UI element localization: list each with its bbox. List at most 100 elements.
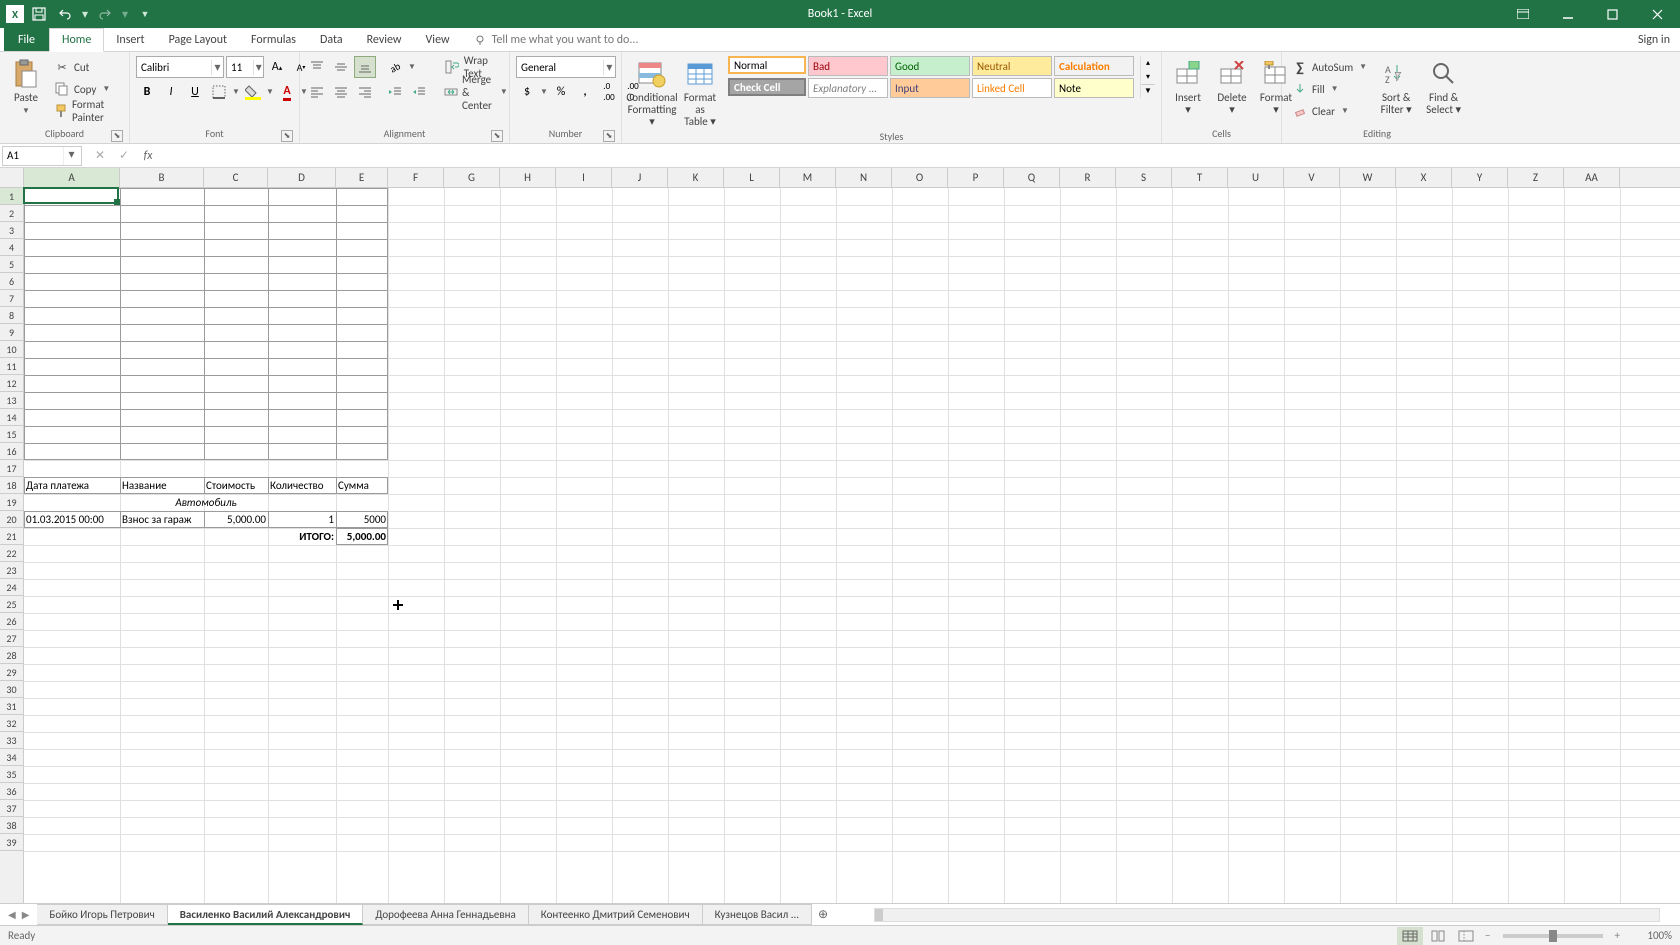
cell-D20[interactable]: 1 — [268, 511, 336, 528]
row-header-11[interactable]: 11 — [0, 358, 23, 375]
column-header-I[interactable]: I — [556, 168, 612, 187]
cell-B18[interactable]: Название — [120, 477, 204, 494]
find-select-button[interactable]: Find & Select ▾ — [1421, 56, 1466, 118]
row-header-27[interactable]: 27 — [0, 630, 23, 647]
font-size-combo[interactable]: ▾ — [226, 56, 264, 78]
cell-D21[interactable]: ИТОГО: — [268, 528, 336, 545]
column-header-O[interactable]: O — [892, 168, 948, 187]
font-size-input[interactable] — [227, 57, 253, 77]
format-as-table-button[interactable]: Format as Table ▾ — [680, 56, 720, 130]
tell-me-search[interactable]: Tell me what you want to do... — [474, 28, 639, 51]
column-header-T[interactable]: T — [1172, 168, 1228, 187]
align-left-button[interactable] — [306, 81, 328, 103]
column-header-C[interactable]: C — [204, 168, 268, 187]
formula-input[interactable] — [160, 146, 1680, 166]
sheet-nav-next[interactable]: ▶ — [22, 908, 30, 921]
row-header-24[interactable]: 24 — [0, 579, 23, 596]
style-linked-cell[interactable]: Linked Cell — [972, 78, 1052, 98]
column-header-K[interactable]: K — [668, 168, 724, 187]
column-header-D[interactable]: D — [268, 168, 336, 187]
column-header-F[interactable]: F — [388, 168, 444, 187]
row-header-32[interactable]: 32 — [0, 715, 23, 732]
row-header-19[interactable]: 19 — [0, 494, 23, 511]
style-explanatory[interactable]: Explanatory ... — [808, 78, 888, 98]
cell-A20[interactable]: 01.03.2015 00:00 — [24, 511, 120, 528]
number-format-input[interactable] — [517, 57, 603, 77]
column-header-H[interactable]: H — [500, 168, 556, 187]
cell-area[interactable]: Дата платежаНазваниеСтоимостьКоличествоС… — [24, 188, 1680, 903]
cell-C18[interactable]: Стоимость — [204, 477, 268, 494]
redo-dropdown[interactable]: ▾ — [120, 3, 130, 25]
column-header-AA[interactable]: AA — [1564, 168, 1620, 187]
sheet-tab-2[interactable]: Дорофеева Анна Геннадьевна — [363, 904, 528, 925]
column-header-R[interactable]: R — [1060, 168, 1116, 187]
page-layout-view-button[interactable] — [1425, 927, 1451, 945]
row-header-18[interactable]: 18 — [0, 477, 23, 494]
conditional-formatting-button[interactable]: Conditional Formatting ▾ — [628, 56, 676, 130]
select-all-triangle[interactable] — [0, 168, 24, 188]
page-break-view-button[interactable] — [1453, 927, 1479, 945]
row-header-38[interactable]: 38 — [0, 817, 23, 834]
style-normal[interactable]: Normal — [728, 56, 806, 74]
style-scroll-down[interactable]: ▾ — [1141, 70, 1155, 84]
column-header-Z[interactable]: Z — [1508, 168, 1564, 187]
style-note[interactable]: Note — [1054, 78, 1134, 98]
sheet-tab-0[interactable]: Бойко Игорь Петрович — [37, 904, 167, 925]
cell-B20[interactable]: Взнос за гараж — [120, 511, 204, 528]
row-header-4[interactable]: 4 — [0, 239, 23, 256]
row-header-25[interactable]: 25 — [0, 596, 23, 613]
row-header-3[interactable]: 3 — [0, 222, 23, 239]
insert-cells-button[interactable]: Insert▾ — [1168, 56, 1208, 118]
tab-insert[interactable]: Insert — [104, 28, 156, 51]
tab-page-layout[interactable]: Page Layout — [157, 28, 239, 51]
style-scroll-up[interactable]: ▴ — [1141, 56, 1155, 70]
tab-formulas[interactable]: Formulas — [239, 28, 308, 51]
column-header-B[interactable]: B — [120, 168, 204, 187]
column-header-Q[interactable]: Q — [1004, 168, 1060, 187]
undo-dropdown[interactable]: ▾ — [80, 3, 90, 25]
align-middle-button[interactable] — [330, 56, 352, 78]
column-header-M[interactable]: M — [780, 168, 836, 187]
style-input[interactable]: Input — [890, 78, 970, 98]
new-sheet-button[interactable]: ⊕ — [812, 907, 834, 922]
tab-data[interactable]: Data — [308, 28, 355, 51]
cell-A18[interactable]: Дата платежа — [24, 477, 120, 494]
row-header-23[interactable]: 23 — [0, 562, 23, 579]
chevron-down-icon[interactable]: ▾ — [603, 60, 615, 75]
sheet-tab-3[interactable]: Контеенко Дмитрий Семенович — [529, 904, 703, 925]
column-header-L[interactable]: L — [724, 168, 780, 187]
row-header-1[interactable]: 1 — [0, 188, 23, 205]
cell-A19[interactable]: Автомобиль — [24, 494, 388, 511]
row-header-35[interactable]: 35 — [0, 766, 23, 783]
horizontal-scrollbar[interactable] — [874, 908, 1660, 922]
style-calculation[interactable]: Calculation — [1054, 56, 1134, 76]
align-center-button[interactable] — [330, 81, 352, 103]
column-header-X[interactable]: X — [1396, 168, 1452, 187]
row-header-6[interactable]: 6 — [0, 273, 23, 290]
number-launcher[interactable]: ⬊ — [603, 130, 615, 142]
copy-button[interactable]: Copy▼ — [50, 78, 123, 100]
percent-format-button[interactable]: % — [550, 81, 572, 103]
undo-button[interactable] — [54, 3, 76, 25]
sheet-tab-1[interactable]: Василенко Василий Александрович — [168, 904, 364, 925]
font-name-combo[interactable]: ▾ — [136, 56, 224, 78]
autosum-button[interactable]: ∑AutoSum▼ — [1288, 56, 1371, 78]
border-button[interactable] — [208, 81, 230, 103]
align-right-button[interactable] — [354, 81, 376, 103]
style-gallery-expand[interactable]: ▼ — [1141, 84, 1155, 98]
row-header-12[interactable]: 12 — [0, 375, 23, 392]
merge-center-button[interactable]: Merge & Center▼ — [440, 81, 512, 103]
spreadsheet-grid[interactable]: ABCDEFGHIJKLMNOPQRSTUVWXYZAA 12345678910… — [0, 168, 1680, 903]
accounting-format-button[interactable]: $ — [516, 81, 538, 103]
column-header-P[interactable]: P — [948, 168, 1004, 187]
row-header-7[interactable]: 7 — [0, 290, 23, 307]
row-header-2[interactable]: 2 — [0, 205, 23, 222]
increase-indent-button[interactable] — [408, 81, 430, 103]
column-header-U[interactable]: U — [1228, 168, 1284, 187]
row-header-31[interactable]: 31 — [0, 698, 23, 715]
zoom-in-button[interactable]: + — [1615, 929, 1620, 942]
cell-C20[interactable]: 5,000.00 — [204, 511, 268, 528]
row-header-28[interactable]: 28 — [0, 647, 23, 664]
row-header-37[interactable]: 37 — [0, 800, 23, 817]
comma-format-button[interactable]: , — [574, 81, 596, 103]
